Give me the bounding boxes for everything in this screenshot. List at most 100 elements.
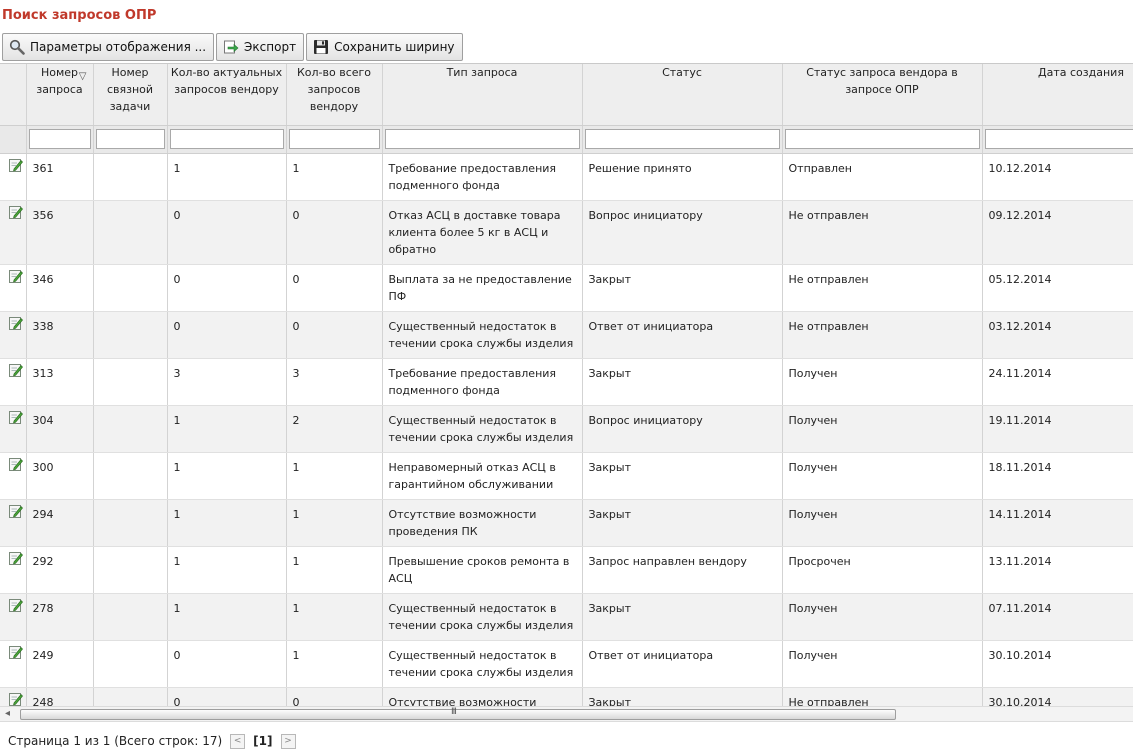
header-edit-col bbox=[0, 64, 27, 126]
pager: Страница 1 из 1 (Всего строк: 17) < [1] … bbox=[8, 733, 296, 749]
cell-request-number: 300 bbox=[26, 452, 94, 500]
display-params-button[interactable]: Параметры отображения ... bbox=[2, 33, 215, 61]
cell-request-number: 292 bbox=[26, 546, 94, 594]
filter-status-input[interactable] bbox=[584, 129, 780, 149]
cell-total-vendor-requests: 1 bbox=[286, 593, 383, 641]
cell-created-date: 03.12.2014 bbox=[982, 311, 1133, 359]
header-label: Дата создания bbox=[1038, 66, 1124, 79]
cell-linked-task bbox=[93, 640, 168, 688]
table-row[interactable]: 24800Отсутствие возможности проведения П… bbox=[0, 687, 1133, 706]
cell-linked-task bbox=[93, 200, 168, 265]
edit-icon[interactable] bbox=[9, 504, 23, 518]
cell-status: Запрос направлен вендору bbox=[582, 546, 783, 594]
cell-created-date: 24.11.2014 bbox=[982, 358, 1133, 406]
save-width-label: Сохранить ширину bbox=[334, 40, 455, 54]
cell-vendor-status: Просрочен bbox=[782, 546, 983, 594]
header-actual-vendor-requests[interactable]: Кол-во актуальных запросов вендору bbox=[167, 64, 287, 126]
cell-actual-vendor-requests: 0 bbox=[167, 640, 287, 688]
table-row[interactable]: 278 1 1 Существенный недостаток в течении с… bbox=[0, 593, 1133, 641]
header-request-number[interactable]: Номер запроса ▽ bbox=[26, 64, 94, 126]
horizontal-scrollbar[interactable]: ◂ III bbox=[0, 706, 1133, 722]
table-row[interactable]: 356 0 0 Отказ АСЦ в доставке товара клиента… bbox=[0, 200, 1133, 265]
edit-icon[interactable] bbox=[9, 363, 23, 377]
table-row[interactable]: 300 1 1 Неправомерный отказ АСЦ в гарантийн… bbox=[0, 452, 1133, 500]
cell-created-date: 07.11.2014 bbox=[982, 593, 1133, 641]
cell-linked-task bbox=[93, 499, 168, 547]
filter-row bbox=[0, 125, 1133, 154]
header-status[interactable]: Статус bbox=[582, 64, 783, 126]
cell-request-type: Превышение сроков ремонта в АСЦ bbox=[382, 546, 583, 594]
scrollbar-grip: III bbox=[451, 707, 457, 717]
header-label: Статус запроса вендора в запросе ОПР bbox=[806, 66, 958, 96]
page-title: Поиск запросов ОПР bbox=[2, 8, 157, 23]
edit-icon[interactable] bbox=[9, 551, 23, 565]
display-params-label: Параметры отображения ... bbox=[30, 40, 207, 54]
floppy-disk-icon bbox=[312, 38, 330, 56]
cell-actual-vendor-requests: 1 bbox=[167, 452, 287, 500]
edit-icon[interactable] bbox=[9, 645, 23, 659]
cell-actual-vendor-requests: 0 bbox=[167, 311, 287, 359]
scroll-left-icon[interactable]: ◂ bbox=[5, 708, 10, 719]
edit-icon[interactable] bbox=[9, 692, 23, 706]
filter-linked-task-input[interactable] bbox=[95, 129, 165, 149]
header-created-date[interactable]: Дата создания bbox=[982, 64, 1133, 126]
cell-status: Ответ от инициатора bbox=[582, 311, 783, 359]
filter-actual-input[interactable] bbox=[169, 129, 284, 149]
requests-table: Номер запроса ▽ Номер связной задачи Кол-… bbox=[0, 64, 1133, 706]
cell-linked-task bbox=[93, 264, 168, 312]
table-row[interactable]: 304 1 2 Существенный недостаток в течении с… bbox=[0, 405, 1133, 453]
cell-vendor-status: Получен bbox=[782, 593, 983, 641]
grid-body: 361 1 1 Требование предоставления подменног… bbox=[0, 153, 1133, 706]
pager-current-page[interactable]: [1] bbox=[253, 734, 272, 748]
scrollbar-thumb[interactable]: III bbox=[20, 707, 896, 720]
table-row[interactable]: 313 3 3 Требование предоставления подменног… bbox=[0, 358, 1133, 406]
table-row[interactable]: 249 0 1 Существенный недостаток в течении с… bbox=[0, 640, 1133, 688]
cell-edit bbox=[0, 405, 27, 453]
header-linked-task[interactable]: Номер связной задачи bbox=[93, 64, 168, 126]
cell-vendor-status: Не отправлен bbox=[782, 200, 983, 265]
cell-status: Закрыт bbox=[582, 264, 783, 312]
cell-edit bbox=[0, 153, 27, 201]
table-row[interactable]: 292 1 1 Превышение сроков ремонта в АСЦ Запр… bbox=[0, 546, 1133, 594]
cell-request-type: Отказ АСЦ в доставке товара клиента боле… bbox=[382, 200, 583, 265]
cell-status: Закрыт bbox=[582, 593, 783, 641]
edit-icon[interactable] bbox=[9, 410, 23, 424]
header-vendor-status[interactable]: Статус запроса вендора в запросе ОПР bbox=[782, 64, 983, 126]
edit-icon[interactable] bbox=[9, 316, 23, 330]
filter-request-number-input[interactable] bbox=[28, 129, 91, 149]
edit-icon[interactable] bbox=[9, 269, 23, 283]
filter-vendor-status-input[interactable] bbox=[784, 129, 980, 149]
filter-total-input[interactable] bbox=[288, 129, 380, 149]
filter-cell bbox=[26, 125, 94, 154]
edit-icon[interactable] bbox=[9, 598, 23, 612]
export-button[interactable]: Экспорт bbox=[216, 33, 305, 61]
cell-total-vendor-requests: 1 bbox=[286, 499, 383, 547]
cell-total-vendor-requests: 3 bbox=[286, 358, 383, 406]
filter-cell bbox=[582, 125, 783, 154]
cell-edit bbox=[0, 499, 27, 547]
cell-edit bbox=[0, 593, 27, 641]
cell-status: Решение принято bbox=[582, 153, 783, 201]
pager-prev-button[interactable]: < bbox=[230, 733, 246, 749]
cell-edit bbox=[0, 264, 27, 312]
table-row[interactable]: 338 0 0 Существенный недостаток в течении с… bbox=[0, 311, 1133, 359]
pager-next-button[interactable]: > bbox=[280, 733, 296, 749]
header-total-vendor-requests[interactable]: Кол-во всего запросов вендору bbox=[286, 64, 383, 126]
cell-request-number: 294 bbox=[26, 499, 94, 547]
cell-edit bbox=[0, 687, 27, 706]
table-row[interactable]: 294 1 1 Отсутствие возможности проведения П… bbox=[0, 499, 1133, 547]
header-request-type[interactable]: Тип запроса bbox=[382, 64, 583, 126]
cell-request-type: Существенный недостаток в течении срока … bbox=[382, 593, 583, 641]
filter-type-input[interactable] bbox=[384, 129, 580, 149]
table-row[interactable]: 361 1 1 Требование предоставления подменног… bbox=[0, 153, 1133, 201]
edit-icon[interactable] bbox=[9, 158, 23, 172]
edit-icon[interactable] bbox=[9, 457, 23, 471]
edit-icon[interactable] bbox=[9, 205, 23, 219]
filter-date-input[interactable] bbox=[984, 129, 1133, 149]
table-row[interactable]: 346 0 0 Выплата за не предоставление ПФ Закр… bbox=[0, 264, 1133, 312]
toolbar: Параметры отображения ... Экспорт Сохран… bbox=[2, 33, 463, 61]
save-width-button[interactable]: Сохранить ширину bbox=[306, 33, 463, 61]
cell-created-date: 30.10.2014 bbox=[982, 640, 1133, 688]
cell-total-vendor-requests: 2 bbox=[286, 405, 383, 453]
cell-vendor-status: Не отправлен bbox=[782, 311, 983, 359]
